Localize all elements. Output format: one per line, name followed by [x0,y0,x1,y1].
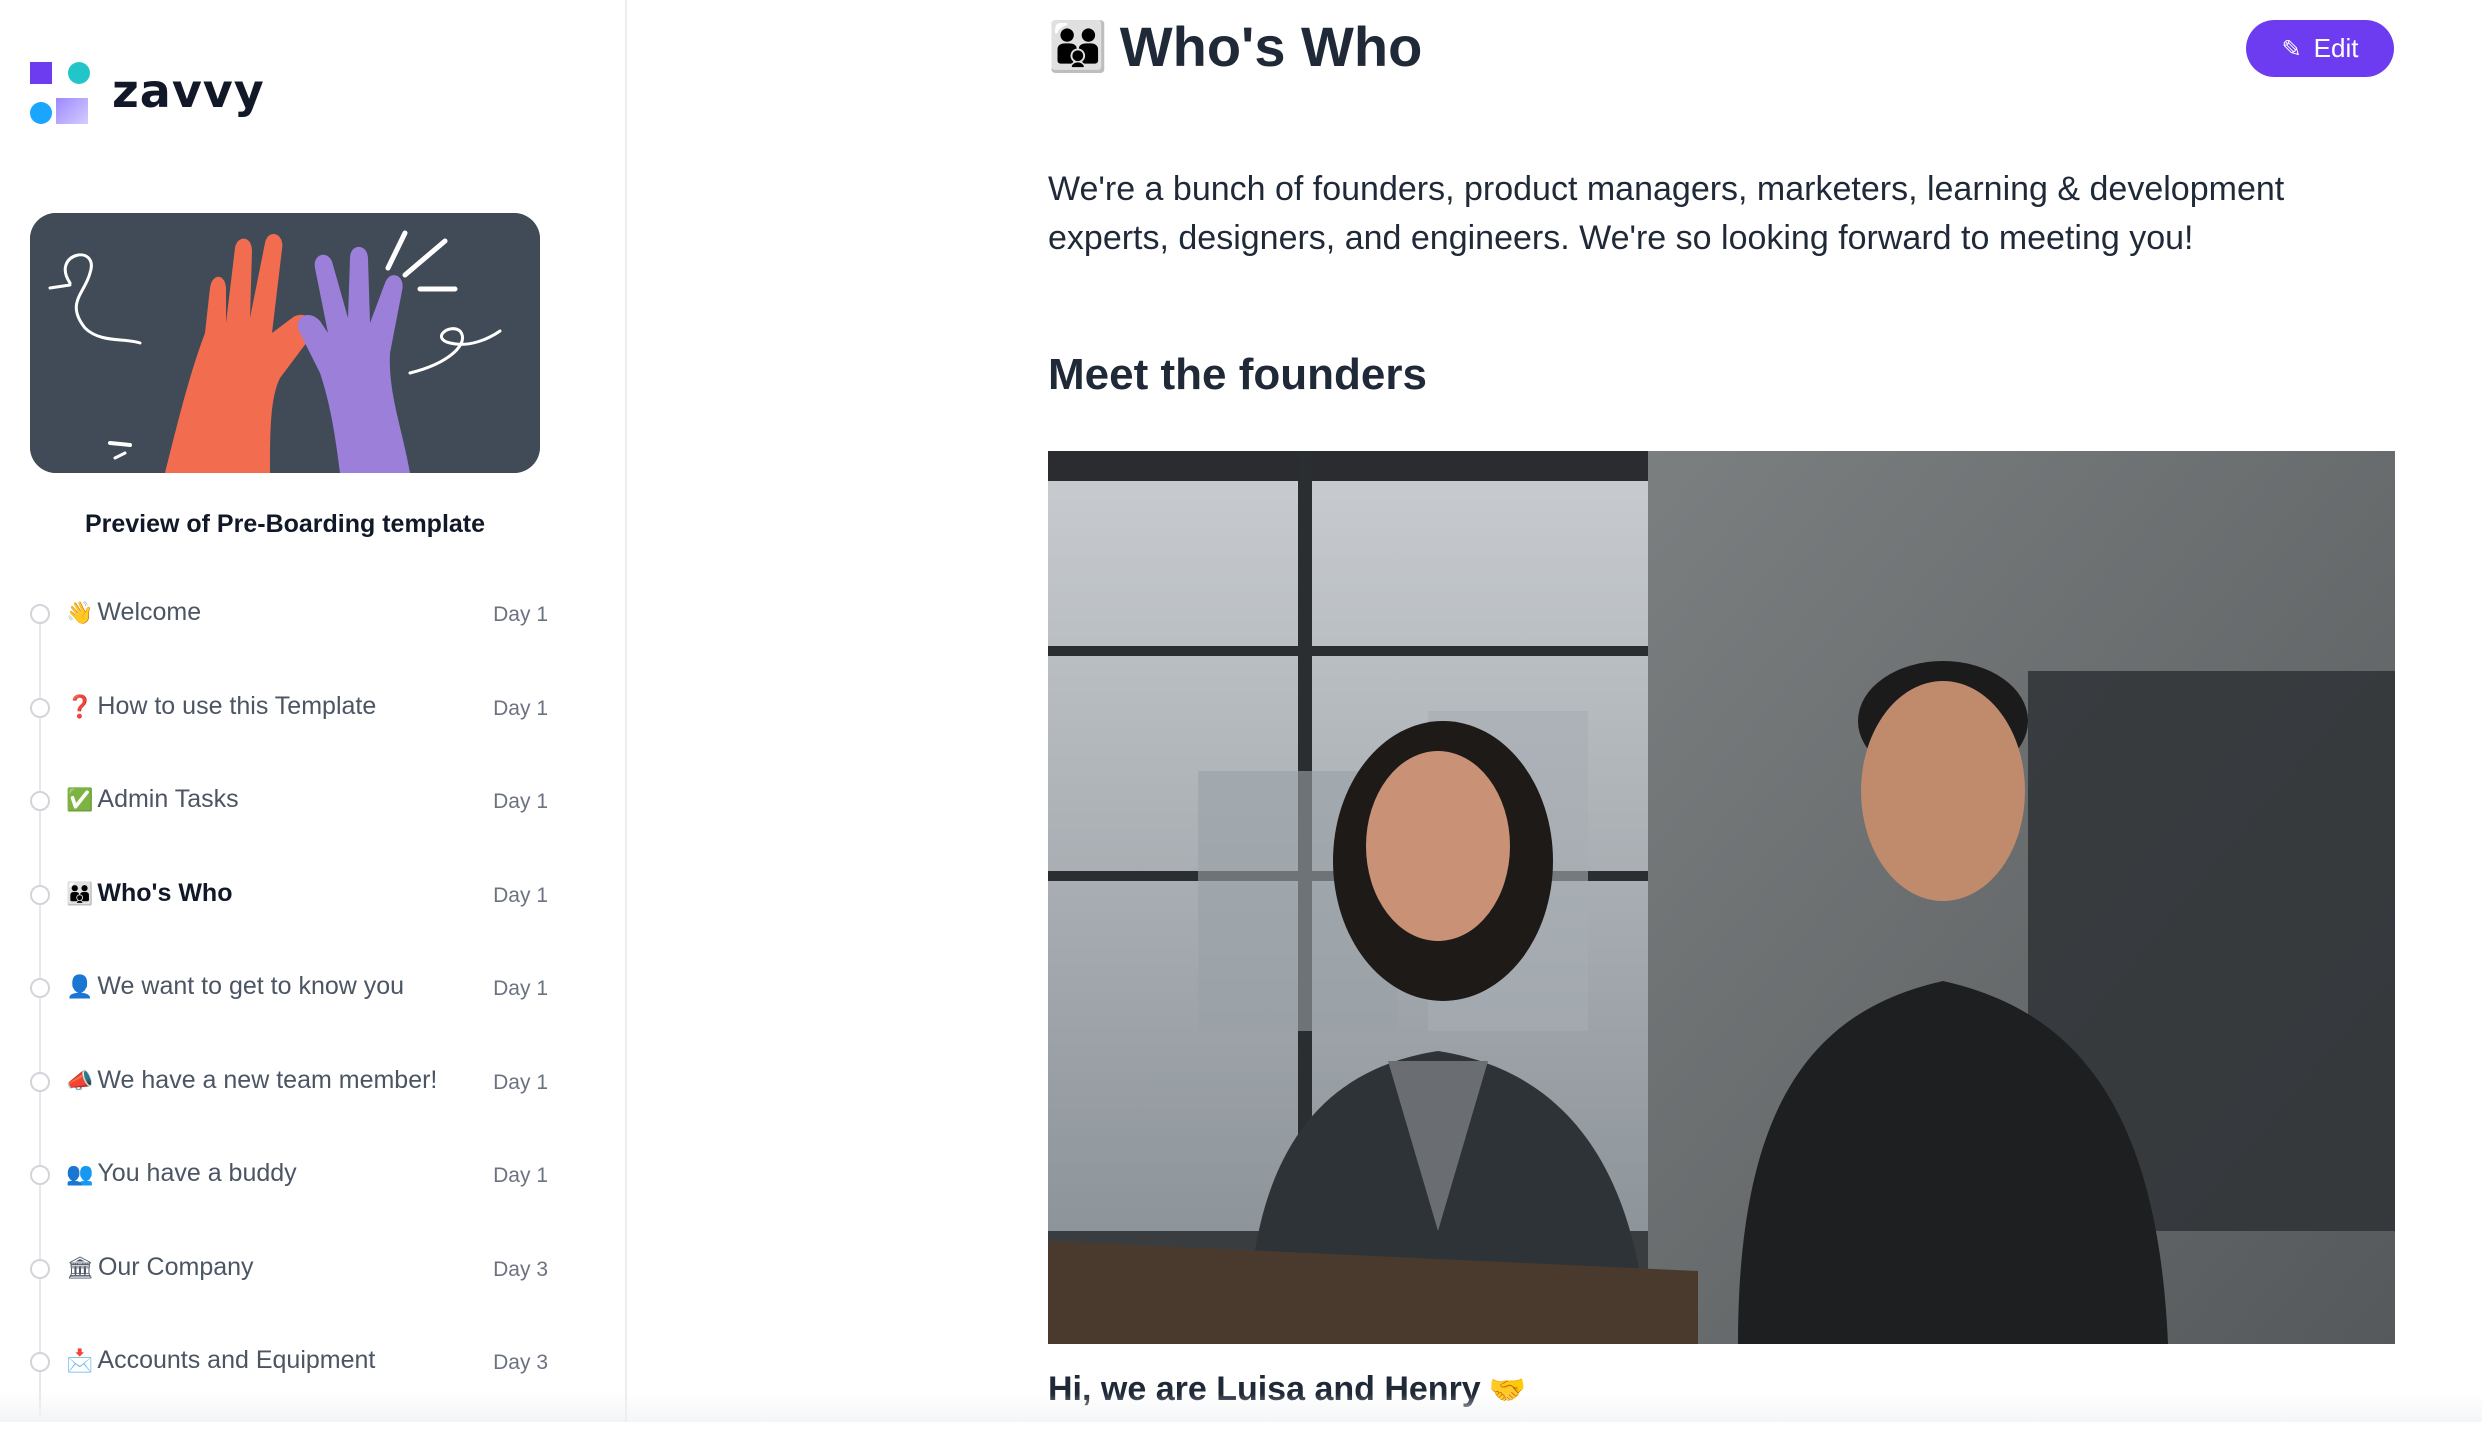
step-label: ❓ How to use this Template [66,691,377,720]
step-item-new-team-member[interactable]: 📣 We have a new team member! Day 1 [28,1056,548,1150]
step-item-welcome[interactable]: 👋 Welcome Day 1 [28,588,548,682]
step-day: Day 1 [493,603,548,626]
step-day: Day 1 [493,977,548,1000]
pencil-icon: ✎ [2281,34,2302,63]
zavvy-logo[interactable]: zavvy [30,58,265,124]
step-label: 📩 Accounts and Equipment [66,1346,376,1374]
step-day: Day 1 [493,1164,548,1187]
edit-button-label: Edit [2313,33,2359,63]
sidebar-scroll-fade [0,1392,625,1422]
waving-hand-icon: 👋 [66,601,94,626]
step-day: Day 3 [493,1351,548,1374]
page-title-text: Who's Who [1119,15,1423,78]
step-item-whos-who[interactable]: 👪 Who's Who Day 1 [28,869,548,963]
people-silhouette-icon: 👥 [66,1162,94,1187]
step-day: Day 3 [493,1257,548,1281]
step-label: 👋 Welcome [66,598,202,626]
family-icon: 👪 [1048,19,1108,75]
family-icon: 👪 [66,881,94,907]
step-label: ✅ Admin Tasks [66,785,239,813]
section-heading: Meet the founders [1048,350,1427,399]
step-label: 👥 You have a buddy [66,1159,297,1187]
step-day: Day 1 [493,696,548,720]
sidebar: zavvy Preview of Pre-Boarding template 👋… [0,0,627,1422]
step-day: Day 1 [493,790,548,813]
step-item-how-to-use[interactable]: ❓ How to use this Template Day 1 [28,682,548,776]
template-steps-list: 👋 Welcome Day 1 ❓ How to use this Template… [28,588,548,1430]
step-status-dot [30,697,50,718]
step-item-buddy[interactable]: 👥 You have a buddy Day 1 [28,1149,548,1243]
step-day: Day 1 [493,883,548,907]
person-silhouette-icon: 👤 [66,975,94,1000]
step-label: 👤 We want to get to know you [66,972,405,1000]
step-status-dot [30,604,50,624]
template-cover-image [30,213,540,473]
founders-photo [1048,451,2395,1344]
step-item-admin-tasks[interactable]: ✅ Admin Tasks Day 1 [28,775,548,869]
step-status-dot [30,1165,50,1185]
founders-photo-illustration [1048,451,2395,1344]
megaphone-icon: 📣 [66,1068,94,1094]
high-five-illustration [30,213,540,473]
step-status-dot [30,1352,50,1372]
step-status-dot [30,1071,50,1092]
step-label: 👪 Who's Who [66,878,233,907]
envelope-arrow-icon: 📩 [66,1349,94,1374]
step-item-get-to-know-you[interactable]: 👤 We want to get to know you Day 1 [28,962,548,1056]
question-mark-icon: ❓ [66,694,94,720]
template-preview-title: Preview of Pre-Boarding template [84,510,486,538]
page-title: 👪 Who's Who [1048,14,1422,79]
step-item-our-company[interactable]: 🏛 Our Company Day 3 [28,1243,548,1337]
logo-text: zavvy [112,64,265,118]
step-status-dot [30,884,50,905]
check-mark-icon: ✅ [66,788,94,813]
step-status-dot [30,978,50,998]
edit-button[interactable]: ✎ Edit [2246,20,2394,77]
step-label: 📣 We have a new team member! [66,1065,438,1094]
main-scroll-fade [627,1394,2482,1422]
step-day: Day 1 [493,1070,548,1094]
intro-paragraph: We're a bunch of founders, product manag… [1048,170,2285,257]
step-status-dot [30,791,50,811]
logo-mark-icon [30,58,94,124]
step-status-dot [30,1258,50,1279]
classical-building-icon: 🏛 [66,1255,94,1281]
step-label: 🏛 Our Company [66,1252,254,1281]
